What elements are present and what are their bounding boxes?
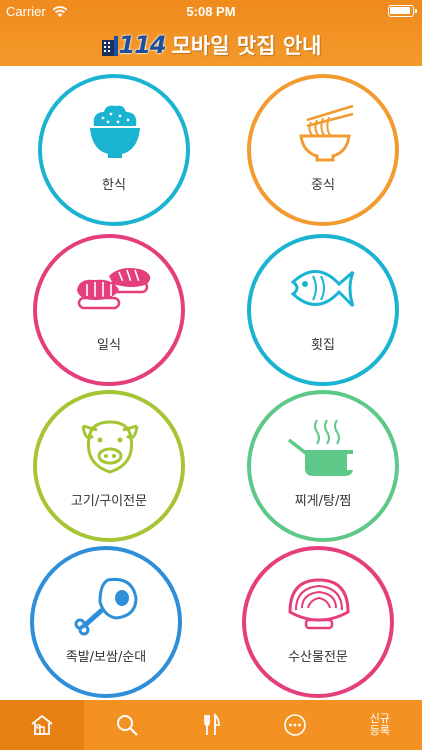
tab-search[interactable] xyxy=(84,700,168,750)
logo-number: 114 xyxy=(118,31,167,59)
status-bar: Carrier 5:08 PM xyxy=(0,0,422,22)
home-icon xyxy=(31,714,53,735)
tab-home[interactable] xyxy=(0,700,85,750)
pot-icon xyxy=(287,419,353,476)
tab-more[interactable] xyxy=(253,700,337,750)
category-label: 고기/구이전문 xyxy=(70,494,148,509)
noodle-bowl-icon xyxy=(299,104,354,162)
building-logo-icon xyxy=(101,36,118,56)
battery-icon xyxy=(388,5,417,17)
tab-register[interactable]: 신규 등록 xyxy=(338,700,422,750)
category-label: 한식 xyxy=(102,178,126,193)
app-logo: 114 xyxy=(101,31,167,59)
tab-restaurant[interactable] xyxy=(169,700,253,750)
ham-leg-icon xyxy=(74,577,138,636)
pig-icon xyxy=(81,420,139,474)
category-label: 횟집 xyxy=(311,338,335,353)
header-title-area: 114 모바일 맛집 안내 xyxy=(0,30,422,60)
category-raw-fish[interactable]: 횟집 xyxy=(247,234,399,386)
category-label: 찌게/탕/찜 xyxy=(294,494,352,509)
clam-icon xyxy=(288,578,350,630)
category-label: 중식 xyxy=(311,178,335,193)
app-header: Carrier 5:08 PM 114 모바일 맛집 안내 xyxy=(0,0,422,66)
page-title: 모바일 맛집 안내 xyxy=(171,34,322,58)
fish-icon xyxy=(290,270,355,308)
status-time: 5:08 PM xyxy=(186,4,236,19)
category-japanese[interactable]: 일식 xyxy=(33,234,185,386)
search-icon xyxy=(116,715,138,736)
fork-knife-icon xyxy=(204,713,220,735)
more-icon xyxy=(284,714,307,736)
category-grilled-meat[interactable]: 고기/구이전문 xyxy=(33,390,185,542)
category-label: 일식 xyxy=(97,338,121,353)
category-chinese[interactable]: 중식 xyxy=(247,74,399,226)
sushi-icon xyxy=(77,268,151,310)
rice-bowl-icon xyxy=(90,105,140,158)
category-label: 족발/보쌈/순대 xyxy=(65,650,147,665)
tab-bar: 신규 등록 xyxy=(0,700,422,750)
category-label: 수산물전문 xyxy=(288,650,348,665)
category-seafood[interactable]: 수산물전문 xyxy=(242,546,394,698)
category-korean[interactable]: 한식 xyxy=(38,74,190,226)
tab-register-label: 신규 등록 xyxy=(369,712,390,737)
category-pork-trotters[interactable]: 족발/보쌈/순대 xyxy=(30,546,182,698)
category-stew[interactable]: 찌게/탕/찜 xyxy=(247,390,399,542)
